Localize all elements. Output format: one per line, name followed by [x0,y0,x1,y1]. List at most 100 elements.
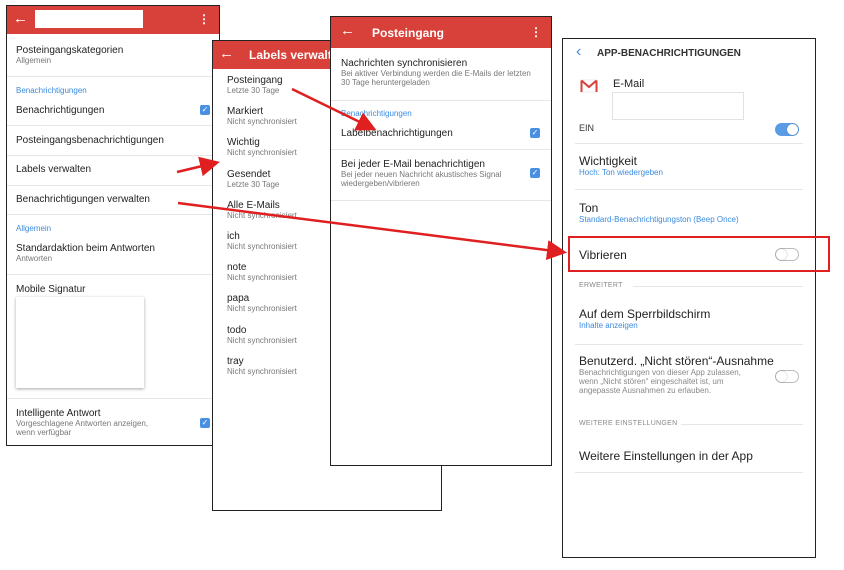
dnd-toggle[interactable] [775,370,799,383]
importance-item[interactable]: Wichtigkeit Hoch: Ton wiedergeben [579,154,663,177]
divider [575,189,803,190]
label-item[interactable]: Alle E-Mails Nicht synchronisiert [227,200,297,220]
item-title: Benutzerd. „Nicht stören“-Ausnahme [579,354,774,368]
label-item[interactable]: Posteingang Letzte 30 Tage [227,75,283,95]
label-sync-status: Nicht synchronisiert [227,117,297,127]
label-item[interactable]: Gesendet Letzte 30 Tage [227,169,279,189]
label-name: tray [227,355,244,367]
item-title: Standardaktion beim Antworten [16,243,155,254]
section-notifications: Benachrichtigungen [16,86,87,95]
item-subtitle-line1: Vorgeschlagene Antworten anzeigen, [16,419,149,428]
label-item[interactable]: Wichtig Nicht synchronisiert [227,137,297,157]
item-subtitle-line2: wenn verfügbar [16,428,72,437]
label-item[interactable]: note Nicht synchronisiert [227,262,297,282]
item-subtitle-line1: Benachrichtigungen von dieser App zulass… [579,368,741,377]
item-subtitle-line2: wenn „Nicht stören“ eingeschaltet ist, u… [579,377,724,386]
dnd-exception-item[interactable]: Benutzerd. „Nicht stören“-Ausnahme Benac… [579,354,774,395]
divider [681,424,803,425]
label-name: ich [227,231,240,242]
lockscreen-item[interactable]: Auf dem Sperrbildschirm Inhalte anzeigen [579,307,710,330]
smart-reply-checkbox[interactable]: ✓ [200,418,210,428]
label-name: Alle E-Mails [227,199,280,211]
divider [7,214,219,215]
inbox-notifications-item[interactable]: Posteingangsbenachrichtigungen [16,135,164,146]
divider [7,76,219,77]
item-title: Wichtigkeit [579,154,638,168]
label-name: Markiert [227,106,264,118]
divider [331,200,551,201]
every-email-item[interactable]: Bei jeder E-Mail benachrichtigen Bei jed… [341,159,502,188]
item-subtitle-line2: 30 Tage heruntergeladen [341,78,430,87]
divider [331,149,551,150]
label-sync-status: Letzte 30 Tage [227,179,280,189]
account-redacted [35,10,143,28]
more-vert-icon[interactable]: ⋮ [198,12,210,26]
ein-toggle[interactable] [775,123,799,136]
item-subtitle: Standard-Benachrichtigungston (Beep Once… [579,215,739,224]
label-sync-status: Nicht synchronisiert [227,273,297,283]
item-title: Auf dem Sperrbildschirm [579,307,711,321]
label-notifications-checkbox[interactable]: ✓ [530,128,540,138]
label-sync-status: Nicht synchronisiert [227,304,297,314]
label-item[interactable]: tray Nicht synchronisiert [227,356,297,376]
notifications-checkbox[interactable]: ✓ [200,105,210,115]
label-sync-status: Nicht synchronisiert [227,148,297,158]
label-sync-status: Nicht synchronisiert [227,366,297,376]
item-subtitle: Antworten [16,254,53,263]
app-name: E-Mail [613,78,645,90]
notifications-item[interactable]: Benachrichtigungen [16,105,104,116]
item-subtitle: Inhalte anzeigen [579,321,638,330]
more-settings-item[interactable]: Weitere Einstellungen in der App [579,449,753,463]
label-item[interactable]: papa Nicht synchronisiert [227,293,297,313]
signature-textbox[interactable] [16,297,144,388]
arrow-left-icon[interactable]: ← [340,22,355,40]
sync-messages-item[interactable]: Nachrichten synchronisieren Bei aktiver … [341,58,531,87]
inbox-categories-item[interactable]: Posteingangskategorien Allgemein [16,45,123,65]
mobile-signature-item[interactable]: Mobile Signatur [16,284,85,295]
page-title: APP-BENACHRICHTIGUNGEN [597,48,741,59]
divider [7,155,219,156]
redacted-box [612,92,744,120]
manage-notifications-item[interactable]: Benachrichtigungen verwalten [16,194,150,205]
divider [7,125,219,126]
manage-labels-item[interactable]: Labels verwalten [16,164,91,175]
inbox-settings-panel: ← Posteingang ⋮ Nachrichten synchronisie… [330,16,552,466]
more-vert-icon[interactable]: ⋮ [530,25,542,39]
advanced-header: ERWEITERT [579,282,623,289]
chevron-left-icon[interactable]: ‹ [576,43,581,61]
every-email-checkbox[interactable]: ✓ [530,168,540,178]
label-sync-status: Nicht synchronisiert [227,242,297,251]
gmail-icon [580,78,598,94]
item-title: Ton [579,201,599,215]
sound-item[interactable]: Ton Standard-Benachrichtigungston (Beep … [579,201,739,224]
divider [633,286,803,287]
divider [331,100,551,101]
label-item[interactable]: Markiert Nicht synchronisiert [227,106,297,126]
arrow-left-icon[interactable]: ← [219,45,234,63]
label-name: Wichtig [227,137,260,149]
highlight-box [568,236,830,272]
item-subtitle-line1: Bei jeder neuen Nachricht akustisches Si… [341,170,502,179]
item-subtitle-line1: Bei aktiver Verbindung werden die E-Mail… [341,69,531,78]
label-name: Posteingang [227,75,283,86]
label-name: papa [227,293,250,305]
divider [575,143,803,144]
label-item[interactable]: ich Nicht synchronisiert [227,231,297,251]
item-subtitle-line3: angepasste Ausnahmen zu erlauben. [579,386,712,395]
label-sync-status: Letzte 30 Tage [227,86,280,95]
label-sync-status: Nicht synchronisiert [227,335,297,345]
label-notifications-item[interactable]: Labelbenachrichtigungen [341,128,453,139]
item-subtitle: Hoch: Ton wiedergeben [579,168,663,177]
divider [7,398,219,399]
app-bar: ← Posteingang ⋮ [331,17,551,48]
label-name: Gesendet [227,168,271,180]
item-subtitle: Allgemein [16,56,52,65]
arrow-left-icon[interactable]: ← [13,10,28,28]
item-title: Posteingangskategorien [16,45,124,56]
label-item[interactable]: todo Nicht synchronisiert [227,325,297,345]
section-notifications: Benachrichtigungen [341,109,412,118]
smart-reply-item[interactable]: Intelligente Antwort Vorgeschlagene Antw… [16,408,148,437]
item-title: Nachrichten synchronisieren [341,58,468,69]
default-action-item[interactable]: Standardaktion beim Antworten Antworten [16,243,155,263]
app-bar: ← ⋮ [7,6,219,34]
